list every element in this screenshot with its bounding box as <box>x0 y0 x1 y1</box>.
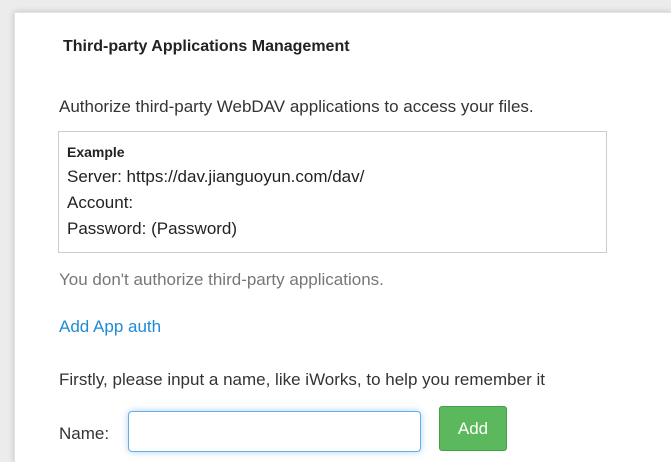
add-app-auth-link[interactable]: Add App auth <box>59 317 161 337</box>
name-input[interactable] <box>128 411 421 452</box>
name-label: Name: <box>59 424 110 443</box>
third-party-apps-panel: Third-party Applications Management Auth… <box>14 12 671 462</box>
example-heading: Example <box>67 144 125 160</box>
intro-text: Authorize third-party WebDAV application… <box>59 97 534 116</box>
name-hint-text: Firstly, please input a name, like iWork… <box>59 370 545 389</box>
example-password-line: Password: (Password) <box>67 219 238 238</box>
page-title: Third-party Applications Management <box>63 38 350 55</box>
add-button[interactable]: Add <box>439 406 507 451</box>
example-box: Example Server: https://dav.jianguoyun.c… <box>58 131 607 253</box>
example-server-line: Server: https://dav.jianguoyun.com/dav/ <box>67 167 365 186</box>
example-account-line: Account: <box>67 193 134 212</box>
no-authorization-notice: You don't authorize third-party applicat… <box>59 270 384 289</box>
